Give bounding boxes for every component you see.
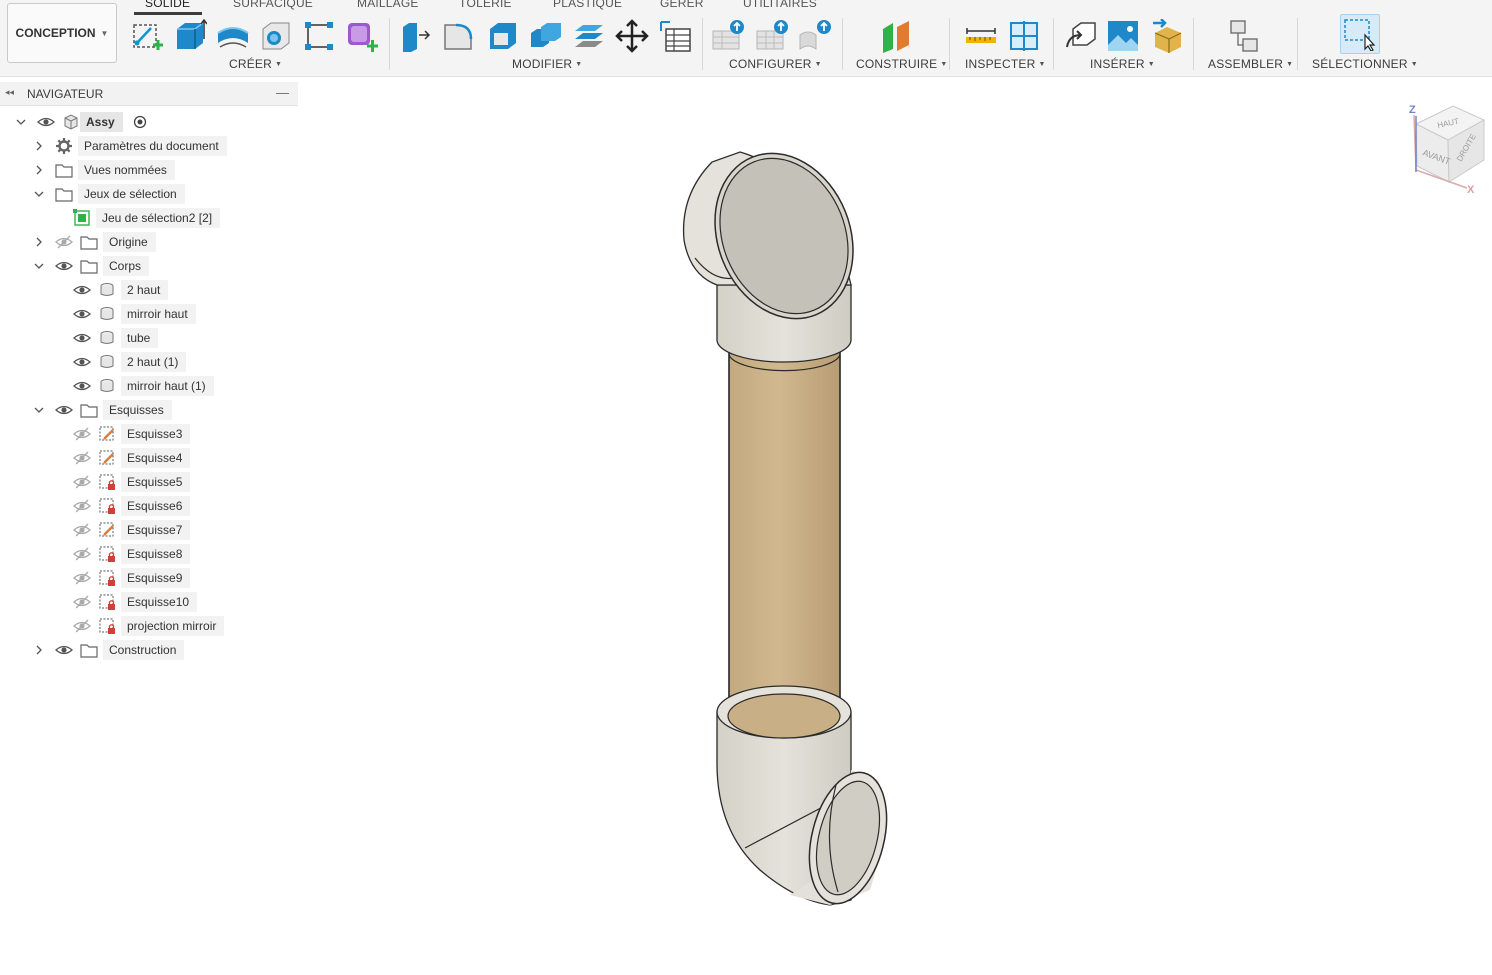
window-select-icon[interactable] [1343, 17, 1377, 51]
toolbar-separator [842, 18, 843, 70]
offset-plane-icon[interactable] [879, 19, 913, 53]
tab-plastique[interactable]: PLASTIQUE [553, 0, 622, 10]
insert-mcmaster-icon[interactable] [1151, 19, 1185, 53]
tab-tolerie[interactable]: TÔLERIE [459, 0, 512, 10]
create-form-icon[interactable] [345, 19, 379, 53]
configure-rows-icon [756, 20, 788, 50]
view-cube[interactable]: HAUT AVANT DROITE Z X [1409, 104, 1486, 196]
group-modifier[interactable]: MODIFIER ▼ [512, 57, 582, 71]
group-inserer[interactable]: INSÉRER ▼ [1090, 57, 1155, 71]
group-creer[interactable]: CRÉER ▼ [229, 57, 282, 71]
toolbar-separator [702, 18, 703, 70]
insert-derive-icon[interactable] [1065, 19, 1099, 53]
toolbar-separator [949, 18, 950, 70]
group-selectionner[interactable]: SÉLECTIONNER ▼ [1312, 57, 1418, 71]
group-assembler[interactable]: ASSEMBLER ▼ [1208, 57, 1293, 71]
fillet-icon[interactable] [442, 19, 476, 53]
measure-icon[interactable] [964, 19, 998, 53]
top-elbow-body[interactable] [682, 132, 877, 372]
tube-body[interactable] [728, 349, 841, 741]
configure-theme-icon [799, 20, 831, 50]
axis-x-label: X [1467, 184, 1475, 196]
hole-icon[interactable] [259, 19, 293, 53]
shell-icon[interactable] [486, 19, 520, 53]
bottom-elbow-body[interactable] [716, 685, 899, 912]
fusion-app: CONCEPTION ▼ SOLIDE SURFACIQUE MAILLAGE … [0, 0, 1492, 975]
canvas-viewport[interactable]: HAUT AVANT DROITE Z X [0, 77, 1492, 975]
new-component-icon[interactable] [1229, 19, 1263, 53]
group-inspecter[interactable]: INSPECTER ▼ [965, 57, 1046, 71]
tab-maillage[interactable]: MAILLAGE [357, 0, 419, 10]
toolbar-separator [389, 18, 390, 70]
configure-table-icon [712, 20, 744, 50]
tab-utilitaires[interactable]: UTILITAIRES [743, 0, 817, 10]
parameters-table-icon[interactable] [658, 19, 692, 53]
section-analysis-icon[interactable] [1007, 19, 1041, 53]
active-tab-indicator [134, 12, 202, 15]
tab-surfacique[interactable]: SURFACIQUE [233, 0, 313, 10]
tab-solide[interactable]: SOLIDE [145, 0, 190, 10]
chevron-down-icon: ▼ [100, 28, 109, 38]
workspace-switcher-button[interactable]: CONCEPTION ▼ [7, 3, 117, 63]
toolbar-separator [1053, 18, 1054, 70]
revolve-icon[interactable] [216, 19, 250, 53]
axis-z-label: Z [1409, 104, 1416, 116]
combine-icon[interactable] [529, 19, 563, 53]
toolbar-separator [1297, 18, 1298, 70]
offset-faces-icon[interactable] [572, 19, 606, 53]
move-icon[interactable] [615, 19, 649, 53]
toolbar: CONCEPTION ▼ SOLIDE SURFACIQUE MAILLAGE … [0, 0, 1492, 77]
create-sketch-icon[interactable] [131, 19, 165, 53]
group-configurer[interactable]: CONFIGURER ▼ [729, 57, 822, 71]
insert-canvas-icon[interactable] [1106, 19, 1140, 53]
press-pull-icon[interactable] [399, 19, 433, 53]
toolbar-separator [1193, 18, 1194, 70]
tab-gerer[interactable]: GÉRER [660, 0, 704, 10]
workspace-label: CONCEPTION [15, 26, 96, 40]
pattern-icon[interactable] [302, 19, 336, 53]
group-construire[interactable]: CONSTRUIRE ▼ [856, 57, 947, 71]
extrude-icon[interactable] [173, 19, 207, 53]
